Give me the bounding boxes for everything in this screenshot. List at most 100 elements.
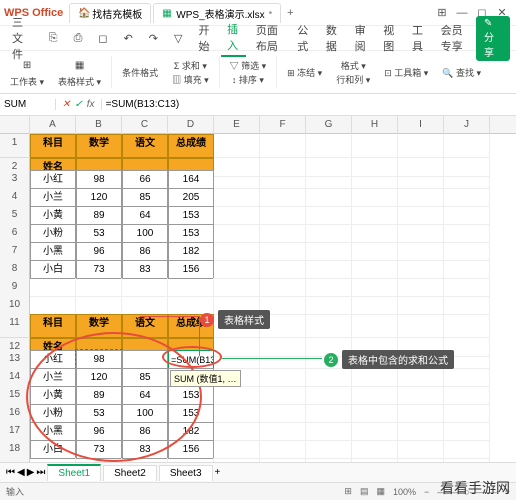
cell[interactable] [398,404,444,423]
tab-formula[interactable]: 公式 [291,20,316,56]
cell[interactable]: 83 [122,260,168,279]
cell[interactable] [352,134,398,158]
share-button[interactable]: ✎ 分享 [476,16,510,61]
cell[interactable] [444,242,490,261]
app-menu-icon[interactable]: ⊞ [432,6,452,19]
cell[interactable] [352,170,398,189]
row-header[interactable]: 14 [0,368,30,387]
cell[interactable] [306,440,352,459]
new-tab-button[interactable]: + [287,7,293,19]
cell[interactable] [260,134,306,158]
zoom-in-icon[interactable]: + [505,487,510,497]
cell[interactable]: 64 [122,386,168,405]
cell[interactable]: 小白 [30,260,76,279]
cell[interactable]: 小黑 [30,242,76,261]
table-style-icon[interactable]: ▦ [71,56,89,74]
cell[interactable]: 小粉 [30,224,76,243]
cell[interactable] [352,206,398,225]
cell[interactable] [444,368,490,387]
tab-view[interactable]: 视图 [377,20,402,56]
format-btn[interactable]: 格式 ▾ [341,59,366,72]
cell[interactable] [444,170,490,189]
cell[interactable] [260,224,306,243]
zoom-out-icon[interactable]: − [424,487,429,497]
cell[interactable]: 120 [76,368,122,387]
cell[interactable] [306,386,352,405]
row-header[interactable]: 11 [0,314,30,338]
cell[interactable] [306,314,352,338]
cancel-icon[interactable]: ✕ [62,99,70,110]
cell[interactable]: 66 [122,170,168,189]
cell[interactable] [76,278,122,297]
row-header[interactable]: 5 [0,206,30,225]
cell[interactable]: 153 [168,224,214,243]
find-btn[interactable]: 🔍 查找 ▾ [442,66,481,79]
fill-btn[interactable]: ▥ 填充 ▾ [172,73,209,86]
cell[interactable] [306,188,352,207]
cell[interactable] [352,224,398,243]
cell[interactable]: 89 [76,206,122,225]
cell[interactable]: 85 [122,188,168,207]
cell[interactable] [260,386,306,405]
cell[interactable] [398,314,444,338]
cell[interactable]: 96 [76,422,122,441]
qat-preview-icon[interactable]: ◻ [92,30,113,47]
cell[interactable]: 120 [76,188,122,207]
cell[interactable] [352,278,398,297]
cell[interactable]: 小粉 [30,404,76,423]
cell[interactable]: 156 [168,440,214,459]
col-header[interactable]: F [260,116,306,134]
cell[interactable] [444,314,490,338]
cell[interactable] [306,278,352,297]
cell[interactable] [214,188,260,207]
cell[interactable] [260,368,306,387]
cell[interactable]: 53 [76,404,122,423]
cell[interactable] [30,278,76,297]
cell[interactable] [76,296,122,315]
cell-grid[interactable]: 1科目数学语文总成绩2姓名3小红98661644小兰120852055小黄896… [0,134,516,474]
cell[interactable]: 182 [168,242,214,261]
row-header[interactable]: 17 [0,422,30,441]
col-header[interactable]: A [30,116,76,134]
cell[interactable]: 164 [168,170,214,189]
cell[interactable] [122,278,168,297]
row-header[interactable]: 16 [0,404,30,423]
cell[interactable]: 100 [122,404,168,423]
cell[interactable] [352,440,398,459]
qat-save-icon[interactable]: ⎘ [43,30,64,47]
cell[interactable]: 83 [122,440,168,459]
cell[interactable]: 小红 [30,350,76,369]
row-header[interactable]: 13 [0,350,30,369]
row-header[interactable]: 1 [0,134,30,158]
col-header[interactable]: I [398,116,444,134]
cell[interactable] [444,404,490,423]
cell[interactable]: 科目 [30,314,76,338]
cell[interactable] [214,224,260,243]
cell[interactable] [214,386,260,405]
qat-undo-icon[interactable]: ↶ [118,30,139,47]
row-header[interactable]: 18 [0,440,30,459]
col-header[interactable]: B [76,116,122,134]
cell[interactable] [260,242,306,261]
cell[interactable] [306,422,352,441]
cell[interactable]: 64 [122,206,168,225]
cell[interactable] [398,188,444,207]
cell[interactable] [444,422,490,441]
toolbox-btn[interactable]: ⊡ 工具箱 ▾ [384,66,428,79]
cell[interactable] [398,134,444,158]
row-header[interactable]: 9 [0,278,30,297]
cell[interactable] [168,278,214,297]
cell[interactable] [214,242,260,261]
sort-btn[interactable]: ↕ 排序 ▾ [232,73,264,86]
cell[interactable] [352,404,398,423]
row-header[interactable]: 3 [0,170,30,189]
cell[interactable]: 小黑 [30,422,76,441]
cell[interactable]: 98 [76,350,122,369]
name-box[interactable]: SUM [0,99,56,110]
cell[interactable]: 73 [76,260,122,279]
cell[interactable] [260,404,306,423]
cell[interactable] [306,368,352,387]
col-header[interactable]: D [168,116,214,134]
cell[interactable]: 数学 [76,134,122,158]
cell[interactable]: 86 [122,242,168,261]
